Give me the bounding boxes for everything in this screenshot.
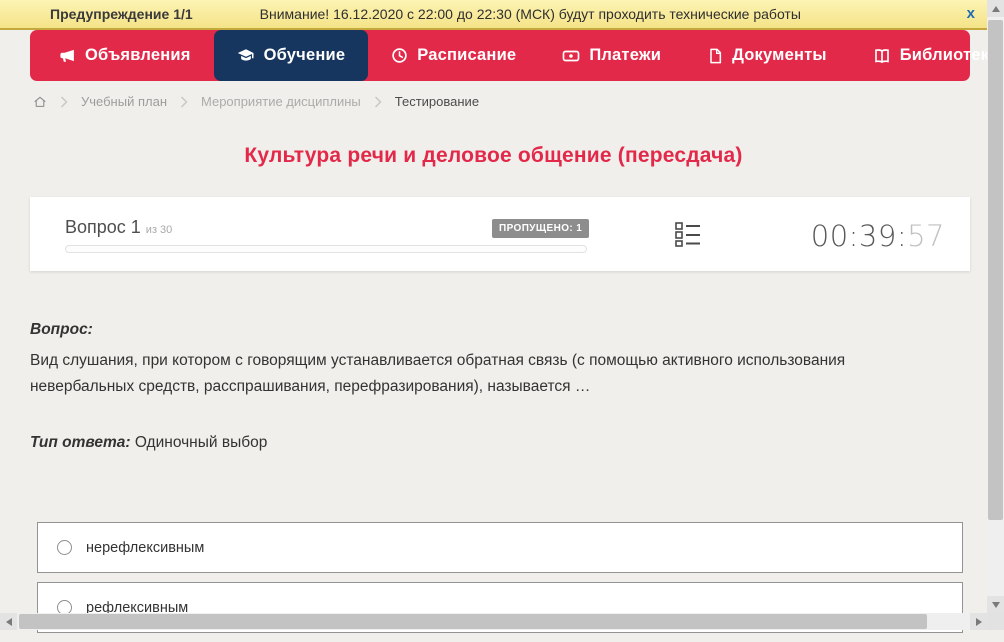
nav-item-payments[interactable]: Платежи xyxy=(539,30,684,81)
radio-button-icon[interactable] xyxy=(57,540,72,555)
warning-banner-label: Предупреждение 1/1 xyxy=(50,6,193,22)
nav-item-documents[interactable]: Документы xyxy=(684,30,850,81)
breadcrumb-item-discipline-event[interactable]: Мероприятие дисциплины xyxy=(201,94,361,109)
banknote-icon xyxy=(562,47,580,65)
scroll-right-button[interactable] xyxy=(970,613,987,630)
scroll-up-button[interactable] xyxy=(987,0,1004,17)
question-label: Вопрос: xyxy=(30,321,946,339)
document-icon xyxy=(707,48,723,64)
breadcrumb-item-study-plan[interactable]: Учебный план xyxy=(81,94,167,109)
scroll-left-button[interactable] xyxy=(0,613,17,630)
answer-option-label: нерефлексивным xyxy=(86,540,204,556)
breadcrumb-separator-icon xyxy=(374,96,382,108)
timer-hours-minutes: 00:39: xyxy=(811,219,907,253)
breadcrumb-separator-icon xyxy=(60,96,68,108)
banner-close-button[interactable]: x xyxy=(967,5,975,22)
progress-bar xyxy=(65,245,587,253)
breadcrumb-item-testing: Тестирование xyxy=(395,94,479,109)
home-icon[interactable] xyxy=(33,95,47,109)
clock-icon xyxy=(391,47,408,64)
main-nav: Объявления Обучение Расписание Платежи Д… xyxy=(30,30,970,81)
skipped-badge: ПРОПУЩЕНО: 1 xyxy=(492,219,589,238)
megaphone-icon xyxy=(59,47,76,64)
answer-type-value: Одиночный выбор xyxy=(135,434,268,451)
horizontal-scrollbar-thumb[interactable] xyxy=(19,614,927,629)
question-block: Вопрос: Вид слушания, при котором с гово… xyxy=(30,321,946,400)
question-number: Вопрос 1 из 30 xyxy=(65,217,172,238)
nav-item-label: Объявления xyxy=(85,46,191,65)
nav-item-announcements[interactable]: Объявления xyxy=(36,30,214,81)
nav-item-learning[interactable]: Обучение xyxy=(214,30,369,81)
book-icon xyxy=(873,47,891,65)
nav-item-label: Расписание xyxy=(417,46,516,65)
arrow-up-icon xyxy=(992,6,1000,12)
question-text: Вид слушания, при котором с говорящим ус… xyxy=(30,348,946,400)
vertical-scrollbar[interactable] xyxy=(987,0,1004,613)
arrow-right-icon xyxy=(976,618,982,626)
answer-type: Тип ответа: Одиночный выбор xyxy=(30,434,267,452)
question-total-label: из 30 xyxy=(146,224,172,236)
question-number-label: Вопрос 1 xyxy=(65,217,141,237)
answer-type-label: Тип ответа: xyxy=(30,434,131,451)
vertical-scrollbar-thumb[interactable] xyxy=(988,20,1003,520)
nav-item-schedule[interactable]: Расписание xyxy=(368,30,539,81)
arrow-left-icon xyxy=(6,618,12,626)
timer-seconds: 57 xyxy=(907,219,945,253)
graduation-cap-icon xyxy=(237,47,255,65)
nav-item-label: Платежи xyxy=(589,46,661,65)
warning-banner: Предупреждение 1/1 Внимание! 16.12.2020 … xyxy=(0,0,987,30)
breadcrumb: Учебный план Мероприятие дисциплины Тест… xyxy=(33,94,479,109)
warning-banner-message: Внимание! 16.12.2020 с 22:00 до 22:30 (М… xyxy=(260,6,801,22)
arrow-down-icon xyxy=(992,602,1000,608)
nav-item-label: Библиотека xyxy=(900,46,999,65)
nav-item-label: Документы xyxy=(732,46,827,65)
question-header-card: Вопрос 1 из 30 ПРОПУЩЕНО: 1 00:39:57 xyxy=(30,197,970,271)
page-title: Культура речи и деловое общение (пересда… xyxy=(0,144,987,168)
timer: 00:39:57 xyxy=(811,219,945,253)
question-list-icon[interactable] xyxy=(674,220,701,252)
scroll-down-button[interactable] xyxy=(987,596,1004,613)
horizontal-scrollbar[interactable] xyxy=(0,613,987,630)
breadcrumb-separator-icon xyxy=(180,96,188,108)
nav-item-label: Обучение xyxy=(264,46,346,65)
answer-option-1[interactable]: нерефлексивным xyxy=(37,522,963,573)
scrollbar-corner xyxy=(987,613,1004,630)
nav-item-library[interactable]: Библиотека xyxy=(850,30,1004,81)
